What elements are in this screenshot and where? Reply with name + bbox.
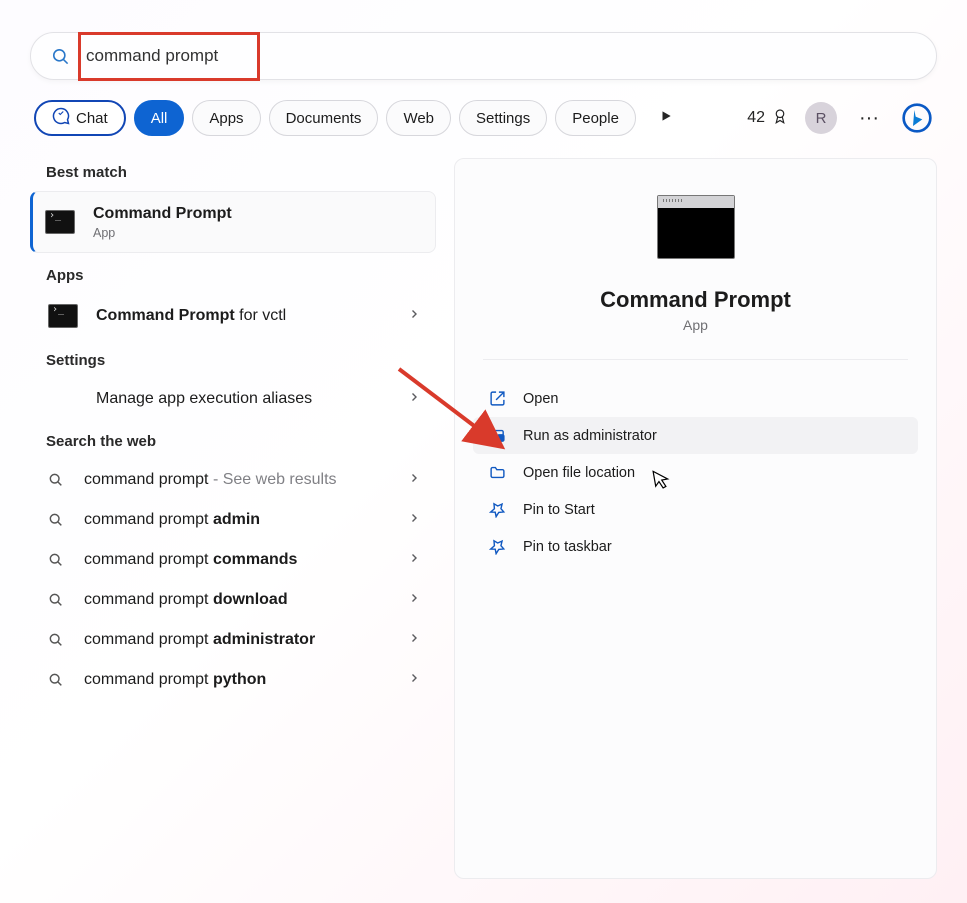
- play-icon: [659, 109, 673, 127]
- avatar-initial: R: [816, 110, 827, 127]
- preview-title: Command Prompt: [600, 287, 791, 313]
- tab-documents[interactable]: Documents: [269, 100, 379, 136]
- settings-result-label: Manage app execution aliases: [96, 390, 312, 407]
- more-tabs-button[interactable]: [648, 100, 684, 136]
- tab-all[interactable]: All: [134, 100, 185, 136]
- tab-apps-label: Apps: [209, 110, 243, 127]
- best-match-result[interactable]: Command Prompt App: [30, 191, 436, 253]
- section-best-match: Best match: [30, 158, 438, 191]
- chevron-right-icon: [408, 307, 420, 325]
- web-result[interactable]: command prompt admin: [30, 500, 438, 540]
- folder-icon: [489, 464, 507, 481]
- command-prompt-icon: [48, 304, 78, 328]
- web-result[interactable]: command prompt administrator: [30, 620, 438, 660]
- search-icon: [48, 552, 66, 568]
- app-result-rest: for vctl: [235, 307, 287, 324]
- best-match-subtitle: App: [93, 226, 232, 240]
- search-icon: [48, 672, 66, 688]
- action-run-admin-label: Run as administrator: [523, 428, 657, 444]
- web-result-bold: admin: [213, 511, 260, 528]
- medal-icon: [771, 107, 789, 130]
- filter-tab-row: Chat All Apps Documents Web Settings Peo…: [30, 100, 937, 136]
- action-pin-taskbar-label: Pin to taskbar: [523, 539, 612, 555]
- search-icon: [48, 512, 66, 528]
- settings-result[interactable]: Manage app execution aliases: [30, 379, 438, 419]
- bing-icon: [52, 107, 70, 129]
- preview-app-icon: [657, 195, 735, 259]
- rewards-count: 42: [747, 109, 765, 127]
- web-result-bold: commands: [213, 551, 297, 568]
- web-result-prefix: command prompt: [84, 471, 209, 488]
- web-result-prefix: command prompt: [84, 671, 213, 688]
- search-icon: [48, 472, 66, 488]
- rewards-badge[interactable]: 42: [747, 107, 789, 130]
- search-icon: [51, 47, 70, 66]
- pin-icon: [489, 501, 507, 518]
- tab-web[interactable]: Web: [386, 100, 451, 136]
- app-result-bold: Command Prompt: [96, 307, 235, 324]
- tab-web-label: Web: [403, 110, 434, 127]
- tab-documents-label: Documents: [286, 110, 362, 127]
- section-settings: Settings: [30, 338, 438, 379]
- preview-panel: Command Prompt App Open Run as administr…: [454, 158, 937, 879]
- web-result[interactable]: command prompt - See web results: [30, 460, 438, 500]
- tab-chat-label: Chat: [76, 110, 108, 127]
- action-open-loc-label: Open file location: [523, 465, 635, 481]
- search-input[interactable]: [84, 45, 916, 67]
- command-prompt-icon: [45, 210, 75, 234]
- action-open-label: Open: [523, 391, 558, 407]
- web-result-bold: download: [213, 591, 288, 608]
- web-result-prefix: command prompt: [84, 551, 213, 568]
- chevron-right-icon: [408, 631, 420, 649]
- web-result-prefix: command prompt: [84, 511, 213, 528]
- web-result[interactable]: command prompt python: [30, 660, 438, 700]
- action-pin-to-taskbar[interactable]: Pin to taskbar: [473, 528, 918, 565]
- tab-chat[interactable]: Chat: [34, 100, 126, 136]
- web-result-bold: python: [213, 671, 266, 688]
- web-result-prefix: command prompt: [84, 591, 213, 608]
- action-pin-start-label: Pin to Start: [523, 502, 595, 518]
- tab-settings-label: Settings: [476, 110, 530, 127]
- best-match-title: Command Prompt: [93, 205, 232, 222]
- chevron-right-icon: [408, 471, 420, 489]
- tab-apps[interactable]: Apps: [192, 100, 260, 136]
- web-result[interactable]: command prompt commands: [30, 540, 438, 580]
- open-bing-button[interactable]: [901, 102, 933, 134]
- web-result-prefix: command prompt: [84, 631, 213, 648]
- action-run-as-administrator[interactable]: Run as administrator: [473, 417, 918, 454]
- chevron-right-icon: [408, 671, 420, 689]
- web-result[interactable]: command prompt download: [30, 580, 438, 620]
- search-icon: [48, 592, 66, 608]
- pin-icon: [489, 538, 507, 555]
- ellipsis-icon: ···: [859, 107, 879, 130]
- open-icon: [489, 390, 507, 407]
- web-result-suffix: - See web results: [209, 471, 337, 488]
- web-result-bold: administrator: [213, 631, 315, 648]
- app-result[interactable]: Command Prompt for vctl: [30, 294, 438, 338]
- action-open-file-location[interactable]: Open file location: [473, 454, 918, 491]
- search-bar[interactable]: [30, 32, 937, 80]
- chevron-right-icon: [408, 591, 420, 609]
- search-icon: [48, 632, 66, 648]
- chevron-right-icon: [408, 551, 420, 569]
- tab-settings[interactable]: Settings: [459, 100, 547, 136]
- tab-all-label: All: [151, 110, 168, 127]
- action-open[interactable]: Open: [473, 380, 918, 417]
- action-pin-to-start[interactable]: Pin to Start: [473, 491, 918, 528]
- section-search-web: Search the web: [30, 419, 438, 460]
- chevron-right-icon: [408, 390, 420, 408]
- section-apps: Apps: [30, 253, 438, 294]
- overflow-menu-button[interactable]: ···: [853, 102, 885, 134]
- user-avatar[interactable]: R: [805, 102, 837, 134]
- chevron-right-icon: [408, 511, 420, 529]
- preview-subtitle: App: [683, 317, 708, 333]
- shield-icon: [489, 427, 507, 444]
- tab-people-label: People: [572, 110, 619, 127]
- tab-people[interactable]: People: [555, 100, 636, 136]
